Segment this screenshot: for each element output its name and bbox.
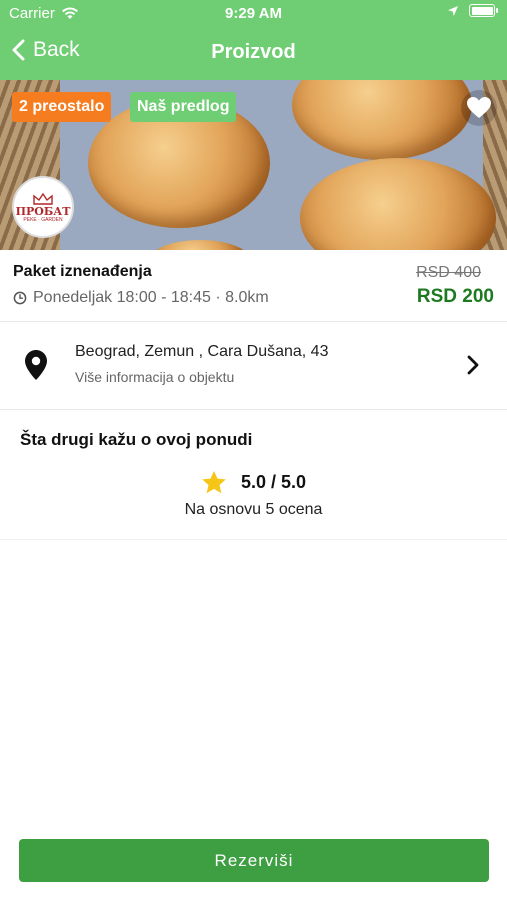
status-time: 9:29 AM: [225, 5, 282, 22]
price: RSD 200: [416, 286, 494, 307]
stock-badge: 2 preostalo: [12, 92, 112, 122]
star-icon: [202, 471, 226, 494]
rating-row: 5.0 / 5.0: [0, 470, 507, 495]
store-location-row[interactable]: Beograd, Zemun , Cara Dušana, 43 Više in…: [0, 322, 507, 410]
recommended-badge: Naš predlog: [130, 92, 237, 122]
status-right: [447, 4, 498, 17]
favorite-button[interactable]: [461, 90, 497, 126]
store-logo: ПРОБАТ PEKE · GARDEN: [12, 176, 74, 238]
reviews-title: Šta drugi kažu o ovoj ponudi: [20, 430, 253, 449]
heart-icon: [467, 97, 491, 118]
chevron-right-icon: [467, 355, 479, 375]
product-image: 2 preostalo Naš predlog ПРОБАТ PEKE · GA…: [0, 80, 507, 250]
product-name: Paket iznenađenja: [13, 263, 152, 280]
rating-value: 5.0 / 5.0: [240, 472, 307, 492]
store-address: Beograd, Zemun , Cara Dušana, 43: [75, 343, 329, 360]
pickup-schedule: Ponedeljak 18:00 - 18:45 · 8.0km: [13, 289, 269, 307]
old-price: RSD 400: [416, 264, 481, 281]
product-info: Paket iznenađenja Ponedeljak 18:00 - 18:…: [0, 250, 507, 322]
clock-icon: [13, 291, 27, 305]
pickup-schedule-text: Ponedeljak 18:00 - 18:45 · 8.0km: [33, 289, 269, 306]
store-more-info: Više informacija o objektu: [75, 369, 235, 385]
status-bar: Carrier 9:29 AM: [0, 0, 507, 28]
store-logo-text: ПРОБАТ: [15, 204, 71, 218]
page-title: Proizvod: [211, 41, 296, 63]
location-arrow-icon: [448, 5, 458, 16]
location-pin-icon: [25, 350, 47, 380]
battery-icon: [469, 4, 498, 17]
reviews-section: Šta drugi kažu o ovoj ponudi 5.0 / 5.0 N…: [0, 410, 507, 540]
top-bar: Carrier 9:29 AM Back Proizvod: [0, 0, 507, 80]
rating-basis: Na osnovu 5 ocena: [184, 501, 323, 518]
store-logo-subtext: PEKE · GARDEN: [23, 216, 63, 223]
crown-icon: [33, 192, 53, 205]
nav-bar: Back Proizvod: [0, 30, 507, 76]
reserve-button[interactable]: Rezerviši: [19, 839, 489, 882]
